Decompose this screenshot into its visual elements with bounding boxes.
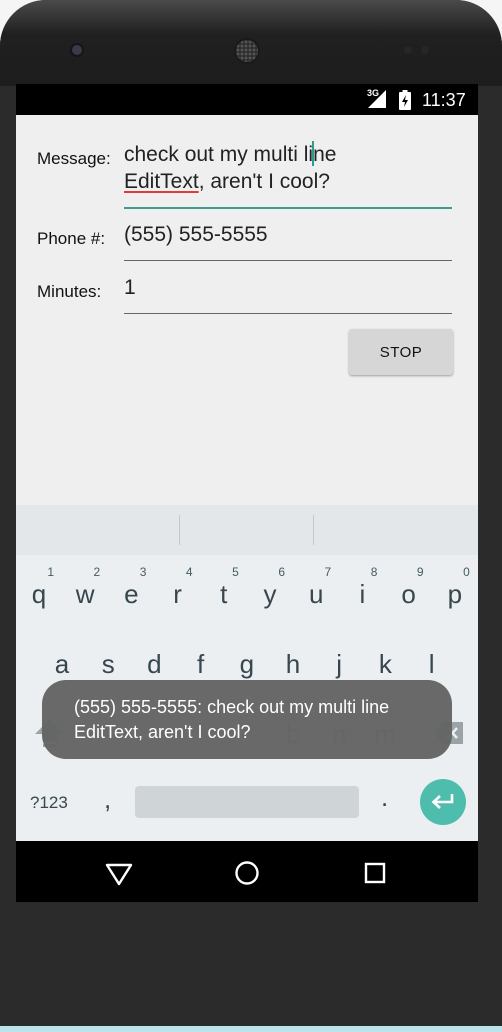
app-content: Message: check out my multi line EditTex…	[16, 115, 478, 505]
key-hint: 8	[370, 565, 378, 579]
suggestion-divider	[313, 515, 314, 545]
message-text-part: ne	[313, 143, 337, 166]
key-label: l	[428, 649, 435, 679]
key-e[interactable]: 3e	[108, 560, 154, 620]
key-y[interactable]: 6y	[247, 560, 293, 620]
phone-value: (555) 555-5555	[124, 223, 268, 246]
misspelled-word[interactable]: EditText	[124, 170, 199, 193]
key-t[interactable]: 5t	[201, 560, 247, 620]
home-icon[interactable]	[232, 858, 262, 888]
toast-line-1: (555) 555-5555: check out my multi line	[74, 697, 390, 717]
symbols-key[interactable]: ?123	[30, 793, 68, 813]
front-camera	[72, 45, 82, 55]
key-w[interactable]: 2w	[62, 560, 108, 620]
key-hint: 4	[185, 565, 193, 579]
period-key[interactable]: .	[381, 782, 388, 813]
suggestion-divider	[179, 515, 180, 545]
minutes-label: Minutes:	[37, 282, 102, 301]
message-line-2: EditText, aren't I cool?	[124, 168, 452, 195]
key-label: h	[285, 649, 301, 679]
back-icon[interactable]	[104, 858, 134, 888]
key-o[interactable]: 9o	[386, 560, 432, 620]
key-label: o	[401, 579, 416, 609]
key-hint: 0	[463, 565, 470, 579]
navigation-bar	[16, 841, 478, 902]
battery-icon	[399, 90, 411, 110]
clock: 11:37	[422, 90, 466, 110]
key-hint: 7	[324, 565, 332, 579]
key-label: p	[447, 579, 463, 609]
key-label: y	[263, 579, 277, 609]
toast-notification: (555) 555-5555: check out my multi line …	[42, 680, 452, 759]
phone-frame: 3G 11:37 Message: check out my multi lin…	[0, 0, 502, 1026]
key-label: d	[147, 649, 162, 679]
key-i[interactable]: 8i	[339, 560, 385, 620]
enter-key[interactable]	[420, 779, 466, 825]
key-u[interactable]: 7u	[293, 560, 339, 620]
comma-key[interactable]: ,	[104, 784, 111, 815]
proximity-sensor	[404, 46, 412, 54]
phone-label: Phone #:	[37, 229, 106, 248]
network-type: 3G	[367, 88, 380, 98]
status-bar: 3G 11:37	[16, 84, 478, 115]
key-hint: 2	[93, 565, 101, 579]
light-sensor	[421, 46, 429, 54]
bottom-edge	[0, 1026, 502, 1032]
key-label: q	[31, 579, 47, 609]
key-hint: 6	[278, 565, 285, 579]
key-p[interactable]: 0p	[432, 560, 478, 620]
message-line-1: check out my multi line	[124, 141, 452, 168]
phone-input[interactable]: (555) 555-5555	[124, 221, 452, 261]
key-label: r	[173, 579, 182, 609]
key-label: t	[220, 579, 228, 609]
message-label: Message:	[37, 149, 111, 168]
message-text-part: check out my multi li	[124, 143, 314, 166]
key-label: f	[196, 649, 205, 679]
message-input[interactable]: check out my multi line EditText, aren't…	[124, 141, 452, 209]
earpiece-speaker	[236, 40, 258, 62]
key-label: u	[308, 579, 324, 609]
stop-button[interactable]: STOP	[349, 329, 453, 375]
key-hint: 1	[47, 565, 54, 579]
enter-icon	[431, 794, 454, 809]
key-hint: 5	[232, 565, 239, 579]
key-q[interactable]: 1q	[16, 560, 62, 620]
device-screen: 3G 11:37 Message: check out my multi lin…	[16, 84, 478, 902]
toast-line-2: EditText, aren't I cool?	[74, 722, 251, 742]
suggestion-strip	[16, 505, 478, 555]
key-label: s	[101, 649, 115, 679]
key-hint: 3	[139, 565, 147, 579]
key-label: e	[124, 579, 139, 609]
space-bar[interactable]	[135, 786, 359, 818]
recents-icon[interactable]	[360, 858, 390, 888]
message-text-part: , aren't I cool?	[198, 170, 330, 193]
key-label: i	[359, 579, 366, 609]
key-label: a	[54, 649, 70, 679]
key-label: w	[75, 579, 95, 609]
key-label: g	[239, 649, 255, 679]
key-r[interactable]: 4r	[155, 560, 201, 620]
key-label: k	[378, 649, 392, 679]
minutes-input[interactable]: 1	[124, 274, 452, 314]
minutes-value: 1	[124, 276, 136, 299]
key-hint: 9	[416, 565, 424, 579]
key-label: j	[336, 649, 343, 679]
